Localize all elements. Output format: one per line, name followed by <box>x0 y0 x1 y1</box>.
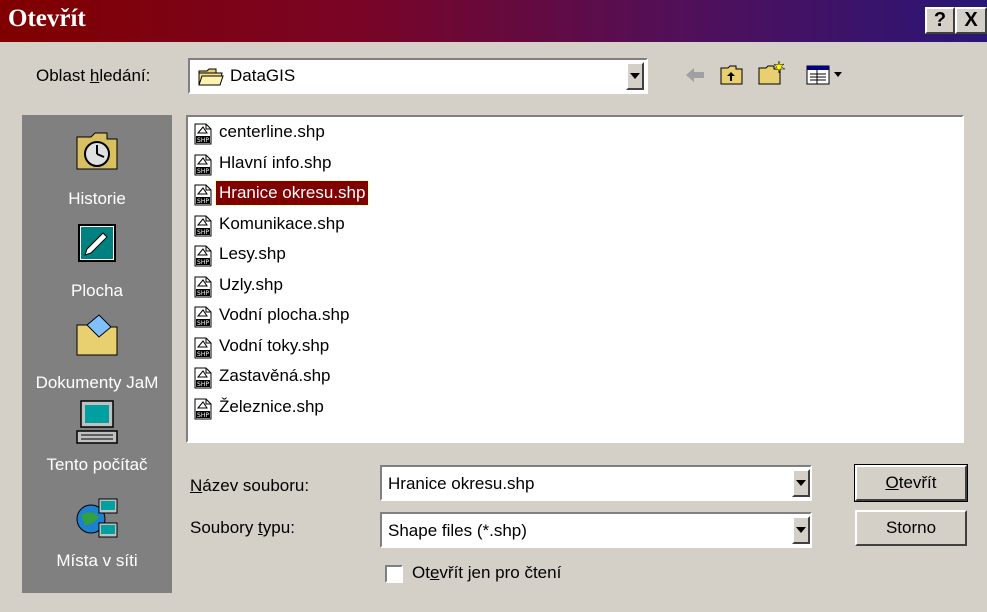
filetype-label-text-rest: ypu: <box>262 518 295 537</box>
svg-text:SHP: SHP <box>197 198 209 205</box>
filename-label: Název souboru: <box>190 476 309 496</box>
filetype-label: Soubory typu: <box>190 518 295 538</box>
filename-combobox[interactable]: Hranice okresu.shp <box>380 465 812 501</box>
network-places-icon <box>76 498 118 538</box>
look-in-dropdown[interactable]: DataGIS <box>188 58 648 94</box>
file-name: Hranice okresu.shp <box>214 180 370 206</box>
up-one-level-icon[interactable] <box>720 64 744 86</box>
svg-text:SHP: SHP <box>197 168 209 175</box>
shapefile-icon: SHP <box>194 306 212 328</box>
filetype-label-text: Soubory <box>190 518 259 537</box>
place-label: Historie <box>68 189 126 208</box>
folder-open-icon <box>198 68 224 86</box>
shapefile-icon: SHP <box>194 398 212 419</box>
svg-text:SHP: SHP <box>197 229 209 236</box>
filename-label-text: ázev souboru: <box>202 476 310 495</box>
place-my-computer[interactable]: Tento počítač <box>22 399 172 491</box>
open-button-accel: O <box>885 473 899 492</box>
my-computer-icon <box>76 400 118 444</box>
filetype-value: Shape files (*.shp) <box>388 521 527 540</box>
places-bar: Historie Plocha Dokumenty JaM Tento počí… <box>22 115 172 593</box>
shapefile-icon: SHP <box>194 123 212 145</box>
my-documents-icon <box>76 314 118 356</box>
readonly-label-accel: e <box>429 563 440 582</box>
svg-text:SHP: SHP <box>197 412 209 419</box>
file-name: Hlavní info.shp <box>219 152 332 172</box>
open-button-label: tevřít <box>898 473 937 492</box>
shapefile-icon: SHP <box>194 367 212 389</box>
shapefile-icon: SHP <box>194 276 212 297</box>
back-icon[interactable] <box>684 64 706 86</box>
file-name: Vodní plocha.shp <box>219 305 350 324</box>
look-in-label-text-rest: ledání: <box>99 66 151 85</box>
file-name: Komunikace.shp <box>219 213 345 233</box>
title-bar[interactable]: Otevřít ? X <box>0 0 987 42</box>
svg-text:SHP: SHP <box>197 320 209 327</box>
cancel-button[interactable]: Storno <box>855 510 967 546</box>
window-title: Otevřít <box>8 5 86 32</box>
close-button[interactable]: X <box>955 7 987 34</box>
readonly-label-text-rest: vřít jen pro čtení <box>439 563 562 582</box>
shapefile-icon: SHP <box>194 337 212 358</box>
look-in-label-accel: h <box>89 66 100 85</box>
place-label: Plocha <box>71 281 123 300</box>
look-in-value: DataGIS <box>230 66 296 85</box>
filename-dropdown-button[interactable] <box>792 469 810 497</box>
place-label: Tento počítač <box>46 455 148 474</box>
filetype-dropdown-button[interactable] <box>792 516 810 544</box>
filetype-dropdown[interactable]: Shape files (*.shp) <box>380 512 812 548</box>
readonly-checkbox[interactable] <box>385 565 403 583</box>
svg-text:SHP: SHP <box>197 137 209 144</box>
svg-text:SHP: SHP <box>197 290 209 297</box>
readonly-label-text: Ot <box>412 563 430 582</box>
shapefile-icon: SHP <box>194 245 212 267</box>
place-label: Dokumenty JaM <box>35 373 159 392</box>
svg-text:SHP: SHP <box>197 381 209 388</box>
place-desktop[interactable]: Plocha <box>22 219 172 311</box>
place-history[interactable]: Historie <box>22 127 172 219</box>
view-menu-icon[interactable] <box>806 64 846 86</box>
filename-label-accel: N <box>190 476 203 495</box>
open-dialog: Otevřít ? X Oblast hledání: DataGIS Hist… <box>0 0 987 612</box>
file-name: Uzly.shp <box>219 274 283 294</box>
desktop-icon <box>78 224 116 262</box>
file-name: Železnice.shp <box>219 396 324 416</box>
new-folder-icon[interactable] <box>758 60 786 86</box>
file-name: Vodní toky.shp <box>219 335 330 355</box>
shapefile-icon: SHP <box>194 184 212 206</box>
file-name: centerline.shp <box>219 122 325 141</box>
filename-input[interactable]: Hranice okresu.shp <box>388 474 534 494</box>
readonly-label[interactable]: Otevřít jen pro čtení <box>412 563 561 583</box>
look-in-label-text: Oblast <box>36 66 90 85</box>
history-icon <box>76 132 118 170</box>
place-label: Místa v síti <box>56 551 138 570</box>
help-button[interactable]: ? <box>925 7 955 34</box>
shapefile-icon: SHP <box>194 215 212 236</box>
svg-text:SHP: SHP <box>197 351 209 358</box>
file-name: Zastavěná.shp <box>219 366 331 385</box>
look-in-dropdown-button[interactable] <box>626 62 644 90</box>
file-name: Lesy.shp <box>219 244 286 263</box>
place-my-documents[interactable]: Dokumenty JaM <box>22 311 172 403</box>
svg-text:SHP: SHP <box>197 259 209 266</box>
file-list[interactable]: SHP centerline.shp SHP Hlavní info.shp SHP Hr… <box>186 115 964 443</box>
shapefile-icon: SHP <box>194 154 212 175</box>
look-in-label: Oblast hledání: <box>36 66 150 86</box>
place-network[interactable]: Místa v síti <box>22 495 172 587</box>
open-button[interactable]: Otevřít <box>854 464 968 502</box>
